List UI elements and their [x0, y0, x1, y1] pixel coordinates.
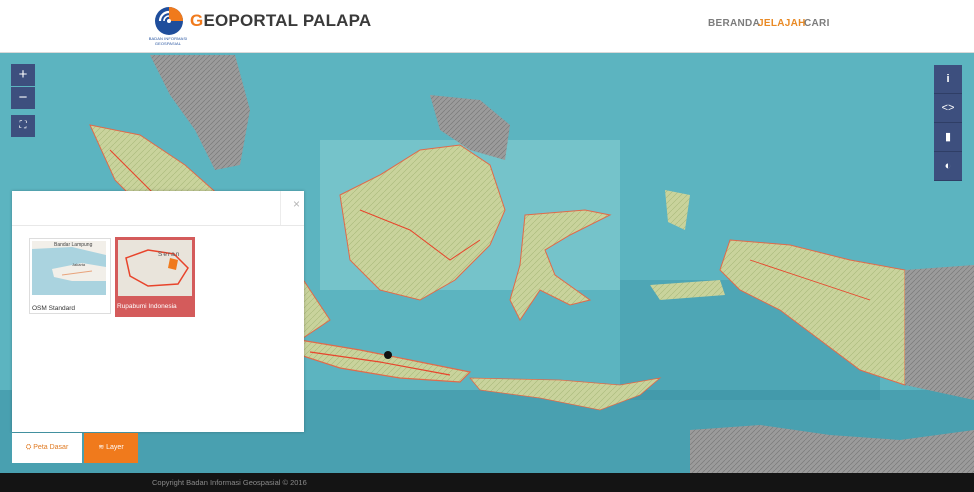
osm-thumb-label-2: Jakarta — [72, 262, 86, 267]
close-icon[interactable]: × — [293, 197, 300, 211]
info-icon: i — [946, 73, 950, 85]
bookmark-button[interactable]: ▮ — [934, 123, 962, 152]
logo-subtitle: BADAN INFORMASI GEOSPASIAL — [148, 36, 188, 46]
zoom-in-button[interactable]: + — [11, 64, 35, 86]
nav-cari[interactable]: CARI — [804, 18, 830, 29]
rupabumi-thumbnail: Seran — [118, 240, 192, 296]
osm-thumbnail: Bandar Lampung Jakarta — [32, 241, 106, 295]
land-png-grey — [905, 265, 974, 400]
tab-peta-dasar[interactable]: ⛭ Peta Dasar — [12, 433, 82, 463]
footer-bar: Copyright Badan Informasi Geospasial © 2… — [0, 473, 974, 492]
footer-copyright: Copyright Badan Informasi Geospasial © 2… — [152, 478, 307, 487]
basemap-osm-standard[interactable]: Bandar Lampung Jakarta OSM Standard — [29, 238, 111, 314]
bookmark-icon: ▮ — [944, 131, 952, 143]
basemap-rupabumi-indonesia[interactable]: Seran Rupabumi Indonesia — [115, 237, 195, 317]
code-icon: <> — [941, 102, 955, 114]
basemap-rupabumi-label: Rupabumi Indonesia — [117, 303, 177, 310]
embed-button[interactable]: <> — [934, 94, 962, 123]
site-title[interactable]: GEOPORTAL PALAPA — [190, 11, 371, 31]
globe-logo-icon[interactable] — [154, 6, 184, 36]
zoom-out-button[interactable]: − — [11, 87, 35, 109]
contrast-button[interactable]: ◐ — [934, 152, 962, 181]
contrast-icon: ◐ — [944, 160, 952, 172]
nav-beranda[interactable]: BERANDA — [708, 18, 760, 29]
basemap-osm-label: OSM Standard — [32, 305, 75, 312]
panel-divider — [280, 191, 281, 225]
header-bar: BADAN INFORMASI GEOSPASIAL GEOPORTAL PAL… — [0, 0, 974, 53]
site-title-initial: G — [190, 11, 204, 30]
site-title-rest: EOPORTAL PALAPA — [203, 11, 372, 30]
nav-jelajah[interactable]: JELAJAH — [758, 18, 806, 29]
panel-header-divider — [12, 225, 304, 226]
basemap-panel: × Bandar Lampung Jakarta OSM Standard Se… — [12, 191, 304, 432]
info-button[interactable]: i — [934, 65, 962, 94]
tab-layer[interactable]: ≋ Layer — [84, 433, 138, 463]
osm-thumb-label-1: Bandar Lampung — [54, 242, 93, 248]
rupabumi-thumb-label: Seran — [158, 251, 180, 258]
fullscreen-button[interactable]: ⛶ — [11, 115, 35, 137]
